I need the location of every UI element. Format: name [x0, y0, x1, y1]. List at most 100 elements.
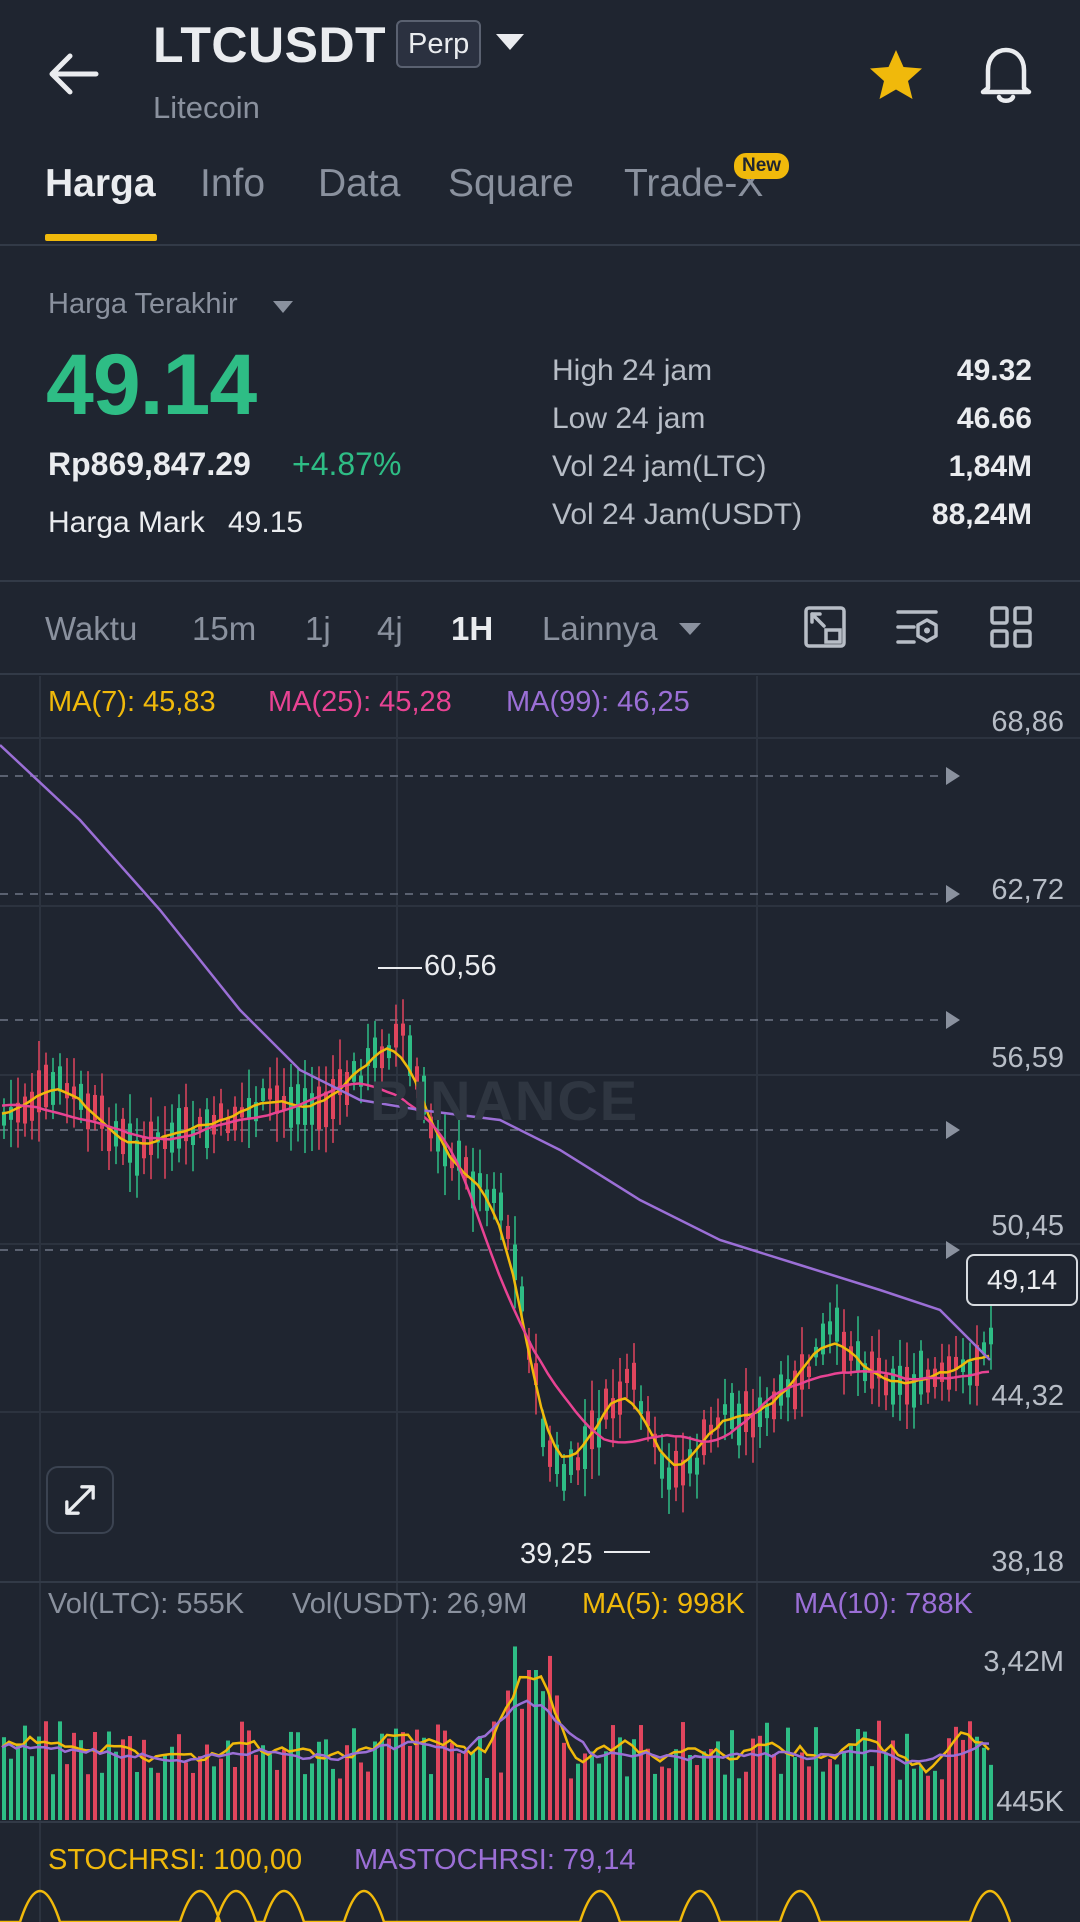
tab-data[interactable]: Data [318, 162, 400, 206]
candle [660, 1453, 664, 1479]
volume-bar [457, 1753, 461, 1820]
volume-bar [366, 1771, 370, 1820]
chart-settings-icon[interactable] [802, 604, 848, 650]
ma25-legend: MA(25): 45,28 [268, 686, 452, 718]
volume-bar [639, 1725, 643, 1820]
candle [261, 1088, 265, 1101]
volume-bar [422, 1737, 426, 1820]
volume-bar [303, 1774, 307, 1820]
stat-low-value: 46.66 [956, 402, 1032, 435]
volume-bar [184, 1762, 188, 1820]
candle [177, 1108, 181, 1149]
volume-bar [898, 1779, 902, 1820]
notification-bell-icon[interactable] [976, 42, 1036, 106]
candle [989, 1327, 993, 1345]
volume-bar [702, 1751, 706, 1820]
tab-harga[interactable]: Harga [45, 162, 156, 206]
volume-bar [121, 1739, 125, 1820]
binance-watermark: BINANCE [370, 1069, 640, 1132]
y-axis-label: 38,18 [991, 1546, 1064, 1578]
candle [618, 1381, 622, 1415]
price-type-dropdown-icon[interactable] [272, 300, 294, 314]
timeframe-more[interactable]: Lainnya [542, 610, 658, 648]
volume-bar [583, 1753, 587, 1820]
volume-bar [933, 1770, 937, 1820]
volume-bar [338, 1778, 342, 1820]
volume-bar [429, 1774, 433, 1820]
candle [723, 1404, 727, 1415]
tab-info[interactable]: Info [200, 162, 265, 206]
timeframe-1j[interactable]: 1j [305, 610, 331, 648]
indicator-icon[interactable] [894, 604, 940, 650]
back-arrow-icon[interactable] [44, 48, 104, 100]
volume-bar [2, 1737, 6, 1820]
candle [44, 1064, 48, 1108]
volume-bar [520, 1708, 524, 1820]
volume-bar [737, 1778, 741, 1820]
volume-bar [352, 1728, 356, 1820]
volume-bar [219, 1758, 223, 1820]
candle [576, 1457, 580, 1471]
volume-bar [821, 1771, 825, 1820]
fullscreen-expand-icon[interactable] [46, 1466, 114, 1534]
stat-vol-usdt-label: Vol 24 Jam(USDT) [552, 498, 803, 531]
stochrsi-legend: STOCHRSI: 100,00 [48, 1844, 303, 1876]
volume-bar [709, 1748, 713, 1820]
price-type-selector[interactable]: Harga Terakhir [48, 288, 238, 321]
volume-bar [464, 1750, 468, 1820]
volume-bar [807, 1766, 811, 1820]
contract-type-badge: Perp [396, 20, 482, 68]
candle [919, 1350, 923, 1395]
candle [905, 1366, 909, 1405]
volume-bar [604, 1751, 608, 1820]
candlestick-chart[interactable] [0, 674, 1080, 1922]
volume-bar [387, 1738, 391, 1820]
timeframe-waktu[interactable]: Waktu [45, 610, 137, 648]
candle [632, 1362, 636, 1390]
volume-bar [863, 1731, 867, 1820]
candle [975, 1344, 979, 1386]
volume-bar [926, 1775, 930, 1820]
volume-bar [240, 1721, 244, 1820]
stat-high-value: 49.32 [956, 354, 1032, 387]
volume-bar [233, 1766, 237, 1820]
layout-grid-icon[interactable] [988, 604, 1034, 650]
current-price-tag: 49,14 [966, 1254, 1078, 1306]
timeframe-15m[interactable]: 15m [192, 610, 256, 648]
volume-bar [989, 1764, 993, 1820]
timeframe-1h[interactable]: 1H [451, 610, 493, 648]
volume-bar [576, 1763, 580, 1820]
favorite-star-icon[interactable] [866, 46, 926, 106]
candle [121, 1118, 125, 1155]
volume-bar [114, 1751, 118, 1820]
y-axis-label: 62,72 [991, 874, 1064, 906]
timeframe-4j[interactable]: 4j [377, 610, 403, 648]
volume-bar [625, 1776, 629, 1820]
volume-bar [324, 1739, 328, 1820]
candle [744, 1391, 748, 1433]
volume-bar [772, 1754, 776, 1820]
order-line-arrow [946, 885, 960, 903]
volume-bar [9, 1758, 13, 1820]
candle [51, 1072, 55, 1105]
volume-bar [499, 1772, 503, 1820]
volume-bar [814, 1727, 818, 1820]
volume-bar [506, 1690, 510, 1820]
volume-bar [562, 1742, 566, 1820]
tab-square[interactable]: Square [448, 162, 574, 206]
volume-bar [86, 1774, 90, 1820]
volume-bar [870, 1766, 874, 1820]
candle [233, 1106, 237, 1131]
volume-bar [331, 1768, 335, 1820]
symbol-dropdown-icon[interactable] [494, 30, 526, 54]
mark-price-label: Harga Mark [48, 506, 205, 539]
more-dropdown-icon[interactable] [678, 622, 702, 636]
volume-bar [37, 1736, 41, 1820]
symbol-title[interactable]: LTCUSDT [153, 16, 386, 74]
volume-bar [275, 1769, 279, 1820]
volume-bar [751, 1738, 755, 1820]
candle [65, 1083, 69, 1099]
vol-ma10-legend: MA(10): 788K [794, 1588, 973, 1620]
price-change-percent: +4.87% [292, 446, 402, 482]
volume-bar [618, 1737, 622, 1820]
